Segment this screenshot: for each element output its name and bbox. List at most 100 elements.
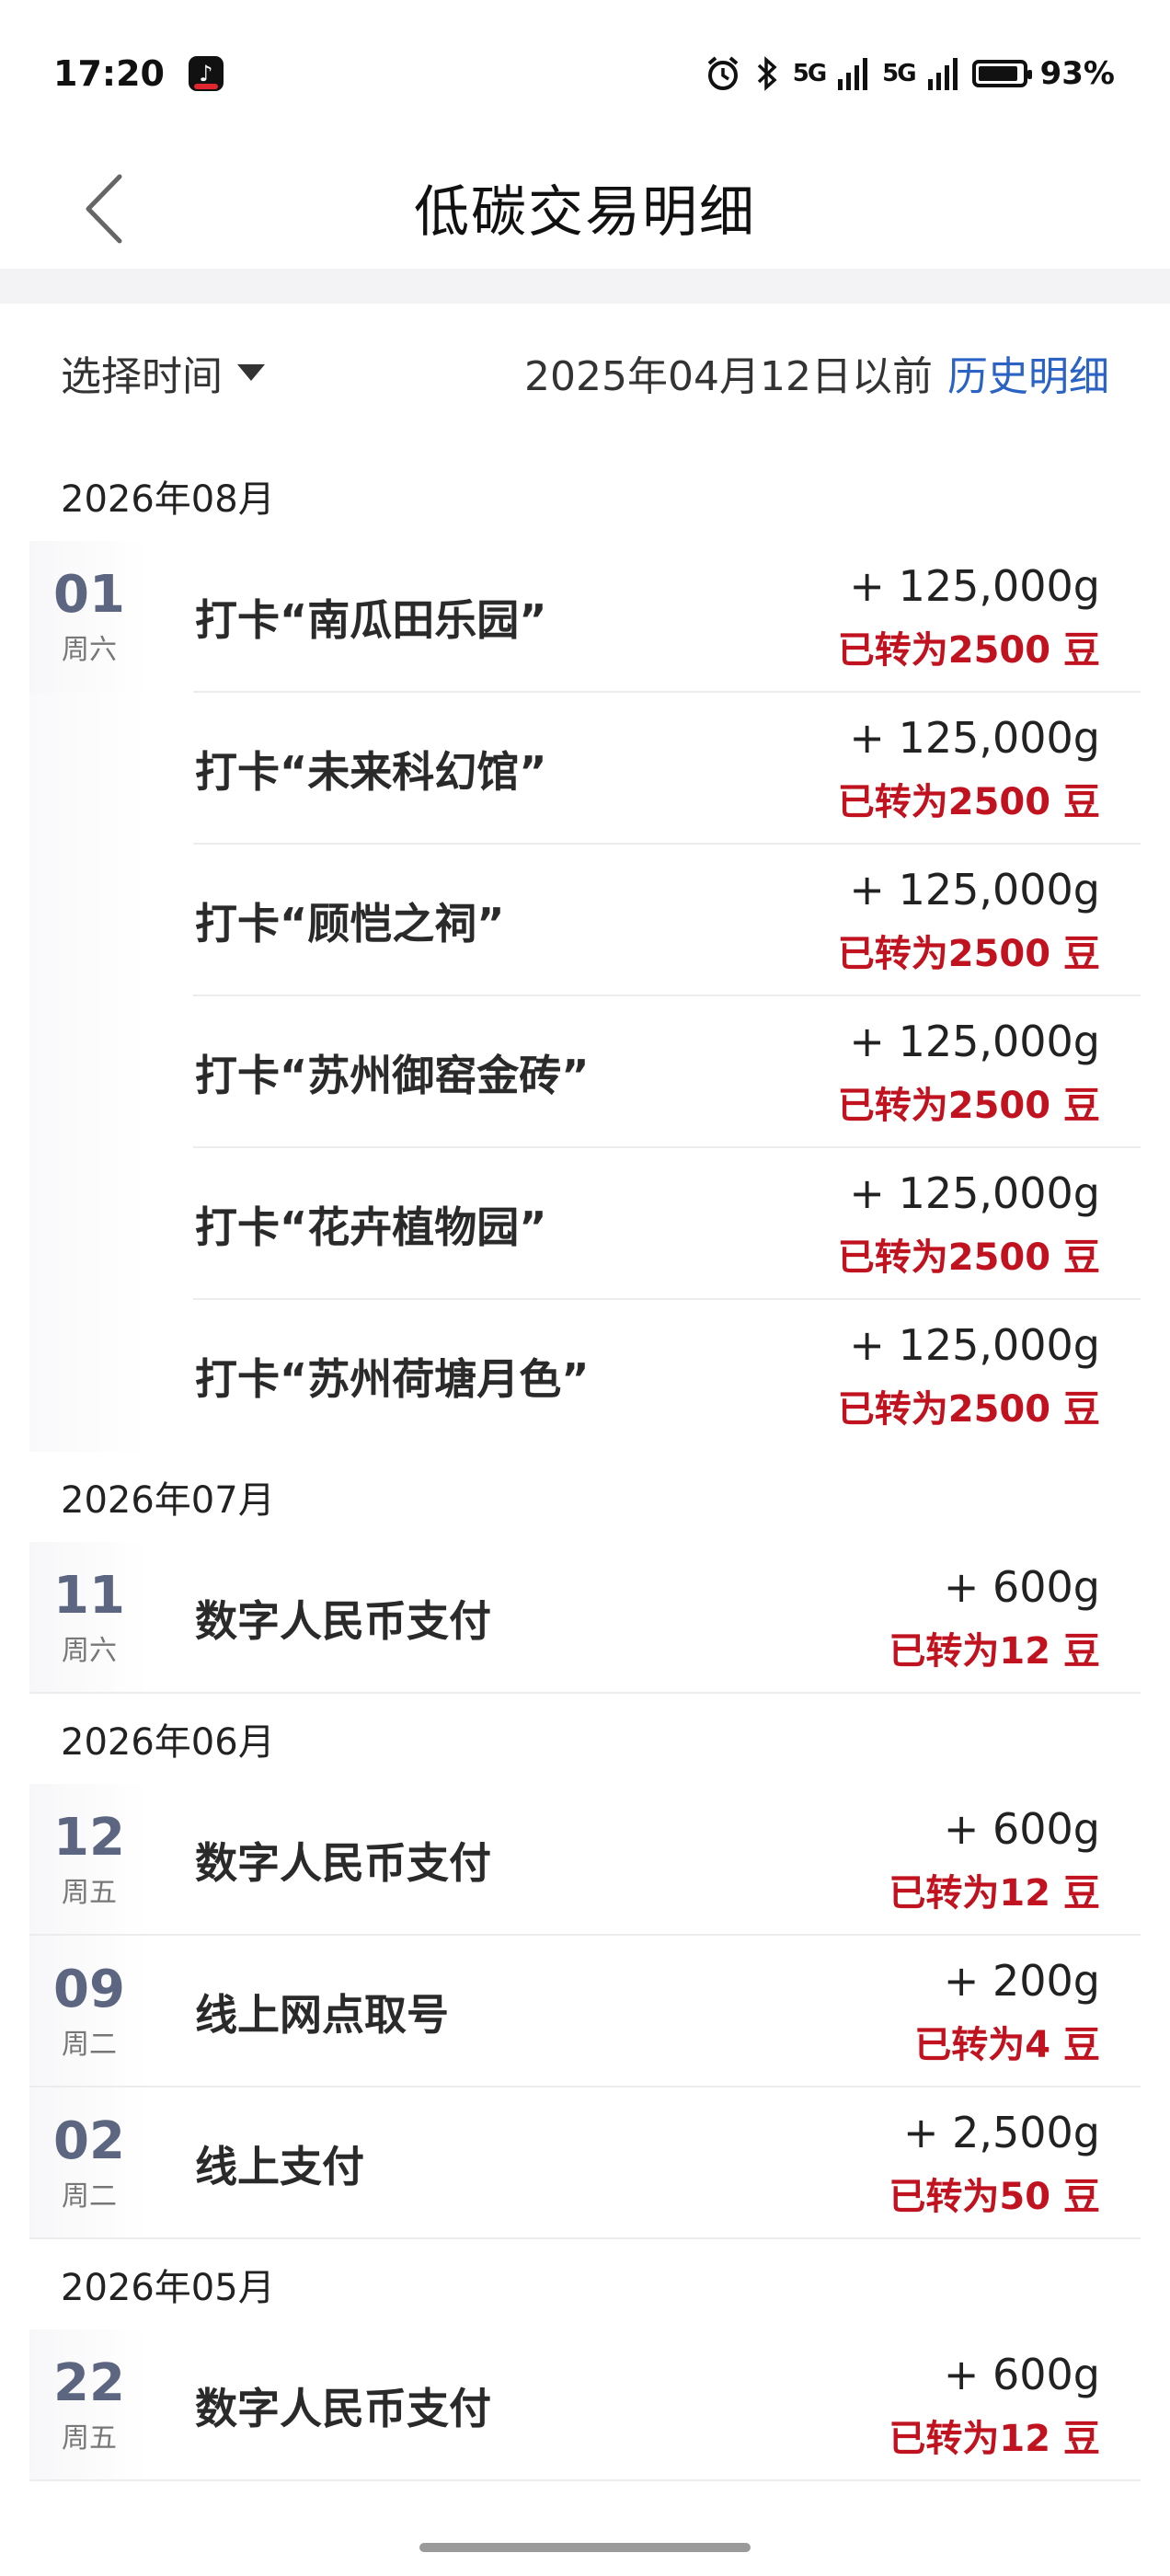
battery-fill [978,66,1017,81]
transaction-amounts: + 2,500g 已转为50 豆 [889,2087,1100,2239]
converted-beans: 已转为2500 豆 [837,780,1100,823]
date-column [29,1148,149,1300]
transaction-title: 打卡“花卉植物园” [195,1202,547,1252]
weekday-label: 周五 [62,1877,117,1910]
carbon-amount: + 125,000g [849,560,1100,611]
transaction-row[interactable]: 01 周六 打卡“南瓜田乐园” + 125,000g 已转为2500 豆 [29,541,1141,693]
carbon-amount: + 2,500g [902,2107,1100,2157]
date-column [29,693,149,845]
converted-beans: 已转为12 豆 [889,1871,1100,1915]
date-column: 11 周六 [29,1542,149,1694]
battery-icon [971,60,1032,87]
date-column: 12 周五 [29,1784,149,1936]
battery-percent: 93% [1039,55,1115,92]
page-title: 低碳交易明细 [414,179,756,245]
time-select-dropdown[interactable]: 选择时间 [61,343,265,402]
filter-right: 2025年04月12日以前 历史明细 [524,343,1109,402]
transaction-row[interactable]: 09 周二 线上网点取号 + 200g 已转为4 豆 [29,1936,1141,2087]
transaction-title: 打卡“南瓜田乐园” [195,594,547,645]
transaction-amounts: + 125,000g 已转为2500 豆 [838,996,1100,1148]
transaction-amounts: + 200g 已转为4 豆 [914,1936,1100,2087]
day-number: 12 [53,1807,125,1868]
converted-beans: 已转为2500 豆 [837,628,1100,672]
transaction-amounts: + 600g 已转为12 豆 [889,2329,1100,2481]
clock: 17:20 [53,53,165,94]
weekday-label: 周五 [62,2422,117,2455]
carbon-amount: + 600g [943,2349,1100,2399]
chevron-left-icon [86,174,122,244]
converted-beans: 已转为2500 豆 [837,1084,1100,1127]
converted-beans: 已转为2500 豆 [837,932,1100,975]
transaction-row[interactable]: 12 周五 数字人民币支付 + 600g 已转为12 豆 [29,1784,1141,1936]
date-column: 01 周六 [29,541,149,693]
date-column [29,996,149,1148]
transaction-amounts: + 125,000g 已转为2500 豆 [838,693,1100,845]
page: 17:20 ♪ 5G 5G 93% 低碳交易明细 选择时间 2025年04月12… [0,0,1170,2576]
transaction-row[interactable]: 打卡“顾恺之祠” + 125,000g 已转为2500 豆 [29,845,1141,996]
transaction-amounts: + 125,000g 已转为2500 豆 [838,1148,1100,1300]
home-indicator[interactable] [419,2543,751,2552]
bluetooth-icon [757,56,777,91]
transaction-title: 打卡“苏州荷塘月色” [195,1353,590,1404]
converted-beans: 已转为50 豆 [889,2175,1100,2218]
carbon-amount: + 600g [943,1803,1100,1854]
carbon-amount: + 125,000g [849,864,1100,914]
transaction-row[interactable]: 22 周五 数字人民币支付 + 600g 已转为12 豆 [29,2329,1141,2481]
weekday-label: 周二 [62,2180,117,2214]
month-header: 2026年05月 [61,2267,275,2309]
back-button[interactable] [72,167,136,250]
filter-bar: 选择时间 2025年04月12日以前 历史明细 [61,322,1109,423]
signal-icon [838,58,868,90]
date-column: 02 周二 [29,2087,149,2239]
caret-down-icon [237,364,265,381]
day-number: 22 [53,2352,125,2413]
carbon-amount: + 200g [943,1955,1100,2006]
network-1-label: 5G [792,60,827,87]
transaction-list: 2026年08月 01 周六 打卡“南瓜田乐园” + 125,000g 已转为2500 豆… [0,451,1170,2481]
status-bar: 17:20 ♪ 5G 5G 93% [0,0,1170,147]
month-header: 2026年06月 [61,1721,275,1764]
weekday-label: 周六 [62,1635,117,1668]
converted-beans: 已转为12 豆 [889,1629,1100,1673]
day-number: 02 [53,2110,125,2171]
transaction-amounts: + 600g 已转为12 豆 [889,1542,1100,1694]
transaction-row[interactable]: 02 周二 线上支付 + 2,500g 已转为50 豆 [29,2087,1141,2239]
month-header: 2026年08月 [61,478,275,521]
time-select-label: 选择时间 [61,353,223,400]
day-number: 01 [53,564,125,625]
carbon-amount: + 125,000g [849,712,1100,763]
transaction-title: 线上支付 [195,2141,364,2191]
weekday-label: 周六 [62,634,117,667]
divider-band [0,269,1170,304]
transaction-title: 数字人民币支付 [195,1595,491,1646]
transaction-title: 打卡“未来科幻馆” [195,746,547,797]
converted-beans: 已转为4 豆 [914,2023,1100,2066]
carbon-amount: + 125,000g [849,1016,1100,1066]
date-column [29,1300,149,1452]
history-link[interactable]: 历史明细 [947,343,1109,402]
transaction-row[interactable]: 11 周六 数字人民币支付 + 600g 已转为12 豆 [29,1542,1141,1694]
date-column: 22 周五 [29,2329,149,2481]
transaction-amounts: + 600g 已转为12 豆 [889,1784,1100,1936]
transaction-row[interactable]: 打卡“苏州荷塘月色” + 125,000g 已转为2500 豆 [29,1300,1141,1452]
status-left: 17:20 ♪ [53,53,224,94]
day-number: 11 [53,1565,125,1626]
transaction-row[interactable]: 打卡“花卉植物园” + 125,000g 已转为2500 豆 [29,1148,1141,1300]
transaction-row[interactable]: 打卡“苏州御窑金砖” + 125,000g 已转为2500 豆 [29,996,1141,1148]
nav-bar: 低碳交易明细 [0,147,1170,267]
transaction-title: 打卡“顾恺之祠” [195,898,505,949]
transaction-title: 打卡“苏州御窑金砖” [195,1050,590,1100]
transaction-amounts: + 125,000g 已转为2500 豆 [838,845,1100,996]
transaction-row[interactable]: 打卡“未来科幻馆” + 125,000g 已转为2500 豆 [29,693,1141,845]
status-right: 5G 5G 93% [705,55,1115,92]
date-column [29,845,149,996]
carbon-amount: + 125,000g [849,1319,1100,1370]
transaction-amounts: + 125,000g 已转为2500 豆 [838,541,1100,693]
network-2-label: 5G [882,60,916,87]
signal-icon-2 [927,58,958,90]
converted-beans: 已转为12 豆 [889,2417,1100,2460]
carbon-amount: + 600g [943,1561,1100,1612]
transaction-amounts: + 125,000g 已转为2500 豆 [838,1300,1100,1452]
tiktok-icon: ♪ [188,56,224,91]
carbon-amount: + 125,000g [849,1167,1100,1218]
